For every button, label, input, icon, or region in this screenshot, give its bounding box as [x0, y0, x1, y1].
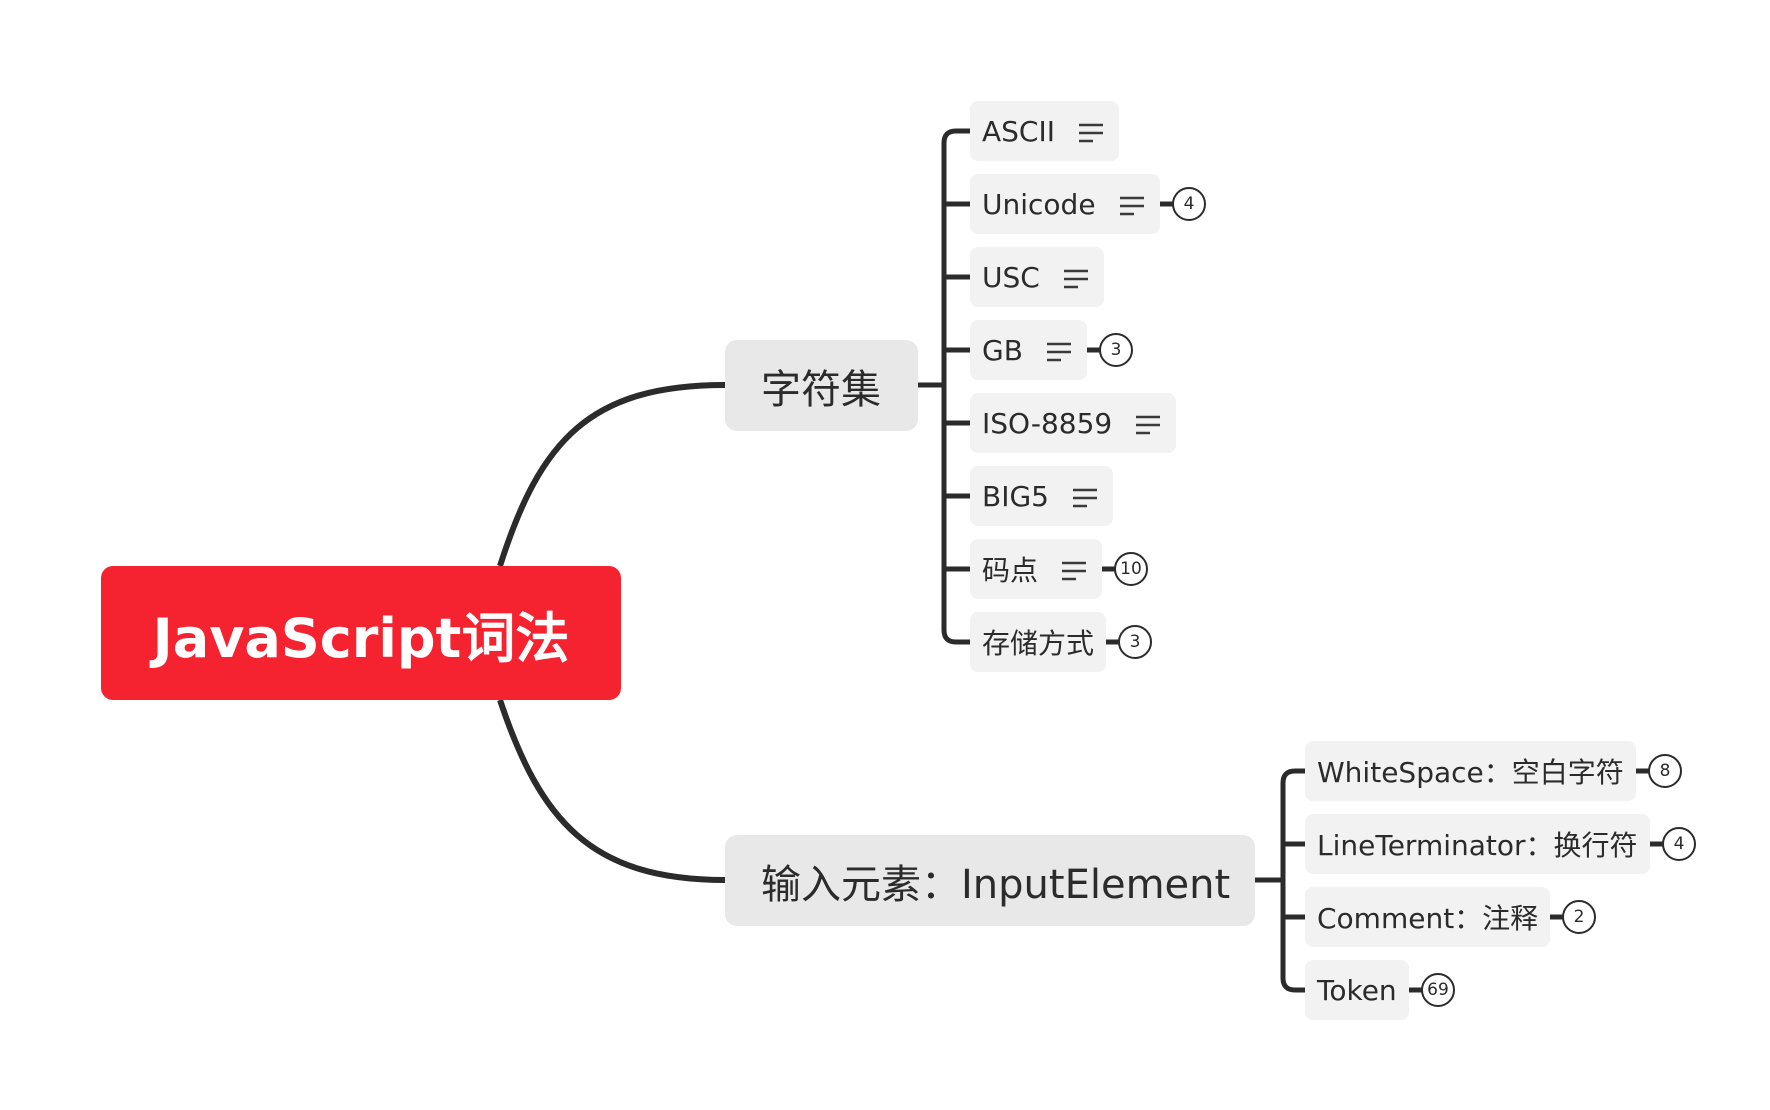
note-lines-icon[interactable] — [1118, 192, 1146, 216]
root-node[interactable]: JavaScript词法 — [101, 566, 621, 700]
collapsed-count-badge[interactable]: 3 — [1118, 625, 1152, 659]
note-lines-icon[interactable] — [1077, 119, 1105, 143]
note-lines-icon[interactable] — [1045, 338, 1073, 362]
leaf-item[interactable]: 码点 — [970, 539, 1103, 599]
collapsed-count-badge[interactable]: 8 — [1648, 754, 1682, 788]
leaf-label: 存储方式 — [982, 627, 1095, 660]
branch-charset[interactable]: 字符集 — [725, 340, 918, 431]
leaf-item[interactable]: 存储方式 — [970, 612, 1107, 672]
collapsed-count-badge[interactable]: 69 — [1421, 973, 1455, 1007]
collapsed-count-badge[interactable]: 10 — [1114, 552, 1148, 586]
collapsed-count-badge[interactable]: 4 — [1172, 187, 1206, 221]
leaf-unicode[interactable]: Unicode — [970, 174, 1160, 234]
leaf-label: ISO-8859 — [982, 406, 1113, 440]
note-lines-icon[interactable] — [1062, 265, 1090, 289]
root-to-charset-connector — [497, 382, 726, 567]
leaf-ascii[interactable]: ASCII — [970, 101, 1119, 161]
leaf-label: BIG5 — [982, 479, 1049, 513]
leaf-gb[interactable]: GB — [970, 320, 1087, 380]
leaf-usc[interactable]: USC — [970, 247, 1104, 307]
collapsed-count-badge[interactable]: 2 — [1562, 900, 1596, 934]
root-label: JavaScript词法 — [152, 606, 570, 670]
collapsed-count-badge[interactable]: 4 — [1662, 827, 1696, 861]
leaf-label: GB — [982, 333, 1023, 367]
leaf-label: ASCII — [982, 114, 1055, 148]
bracket-trunk — [1280, 768, 1305, 993]
leaf-label: Unicode — [982, 187, 1096, 221]
note-lines-icon[interactable] — [1134, 411, 1162, 435]
note-lines-icon[interactable] — [1060, 557, 1088, 581]
leaf-label: Token — [1317, 973, 1397, 1007]
branch-inputelement-label: 输入元素：InputElement — [761, 861, 1231, 908]
root-to-inputelement-connector — [497, 699, 726, 883]
bracket-trunk — [941, 128, 970, 645]
leaf-iso-8859[interactable]: ISO-8859 — [970, 393, 1177, 453]
leaf-label: LineTerminator：换行符 — [1317, 829, 1638, 862]
leaf-label: 码点 — [982, 554, 1039, 587]
note-lines-icon[interactable] — [1071, 484, 1099, 508]
leaf-big5[interactable]: BIG5 — [970, 466, 1113, 526]
leaf-label: Comment：注释 — [1317, 902, 1539, 935]
leaf-whitespace[interactable]: WhiteSpace：空白字符 — [1305, 741, 1636, 801]
leaf-lineterminator[interactable]: LineTerminator：换行符 — [1305, 814, 1650, 874]
branch-inputelement[interactable]: 输入元素：InputElement — [725, 835, 1255, 926]
leaf-label: WhiteSpace：空白字符 — [1317, 756, 1624, 789]
leaf-comment[interactable]: Comment：注释 — [1305, 887, 1551, 947]
inputelement-children-bracket — [1255, 768, 1664, 993]
leaf-label: USC — [982, 260, 1040, 294]
collapsed-count-badge[interactable]: 3 — [1099, 333, 1133, 367]
leaf-token[interactable]: Token — [1305, 960, 1409, 1020]
branch-charset-label: 字符集 — [761, 366, 881, 413]
